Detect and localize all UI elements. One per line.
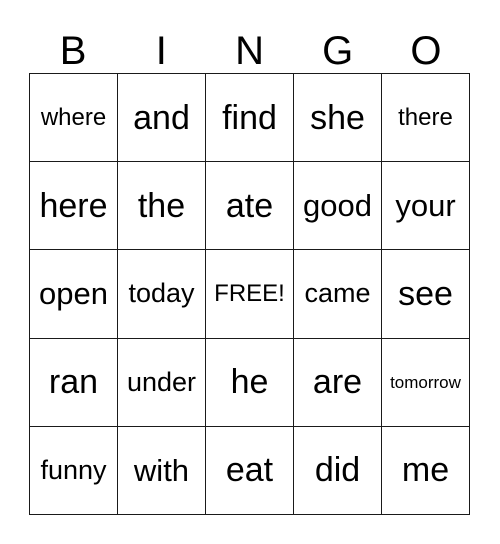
bingo-cell-label: see xyxy=(398,274,453,313)
bingo-row: open today FREE! came see xyxy=(30,250,470,339)
bingo-cell-label: here xyxy=(39,186,108,225)
bingo-cell[interactable]: see xyxy=(382,250,470,339)
bingo-cell-label: ran xyxy=(48,363,99,402)
bingo-header-letter-g: G xyxy=(322,29,354,73)
bingo-cell[interactable]: tomorrow xyxy=(382,338,470,427)
bingo-cell[interactable]: find xyxy=(206,74,294,163)
bingo-header-letter-i: I xyxy=(155,29,167,73)
bingo-cell-label: he xyxy=(230,363,269,402)
bingo-cell-label: under xyxy=(126,366,197,397)
bingo-cell[interactable]: ran xyxy=(30,338,118,427)
bingo-row: funny with eat did me xyxy=(30,426,470,515)
bingo-cell[interactable]: where xyxy=(30,74,118,163)
bingo-cell[interactable]: good xyxy=(294,162,382,251)
bingo-cell-label: did xyxy=(314,451,361,490)
bingo-row: here the ate good your xyxy=(30,162,470,251)
bingo-cell[interactable]: there xyxy=(382,74,470,163)
bingo-header-letter-n: N xyxy=(235,29,264,73)
bingo-cell[interactable]: eat xyxy=(206,426,294,515)
bingo-cell-label: she xyxy=(310,98,365,137)
bingo-cell[interactable]: ate xyxy=(206,162,294,251)
bingo-free-space-label: FREE! xyxy=(214,279,285,307)
bingo-cell-label: the xyxy=(137,186,186,225)
bingo-free-space-cell[interactable]: FREE! xyxy=(206,250,294,339)
bingo-cell[interactable]: did xyxy=(294,426,382,515)
bingo-cell[interactable]: the xyxy=(118,162,206,251)
bingo-cell-label: there xyxy=(398,103,453,131)
bingo-header-letter-o: O xyxy=(410,29,442,73)
bingo-cell-label: funny xyxy=(40,454,107,485)
bingo-cell-label: are xyxy=(312,363,363,402)
bingo-cell[interactable]: he xyxy=(206,338,294,427)
bingo-row: where and find she there xyxy=(30,74,470,163)
bingo-cell[interactable]: are xyxy=(294,338,382,427)
bingo-card: B I N G O where and find she there here … xyxy=(29,14,470,515)
bingo-grid: where and find she there here the ate go… xyxy=(29,73,470,515)
bingo-cell-label: with xyxy=(133,452,190,488)
bingo-cell[interactable]: under xyxy=(118,338,206,427)
bingo-cell[interactable]: me xyxy=(382,426,470,515)
bingo-cell[interactable]: and xyxy=(118,74,206,163)
bingo-cell[interactable]: came xyxy=(294,250,382,339)
bingo-cell[interactable]: your xyxy=(382,162,470,251)
bingo-row: ran under he are tomorrow xyxy=(30,338,470,427)
bingo-header-letter-b: B xyxy=(59,29,87,73)
bingo-cell[interactable]: funny xyxy=(30,426,118,515)
bingo-cell-label: eat xyxy=(225,451,274,490)
bingo-cell-label: today xyxy=(128,278,195,309)
bingo-cell[interactable]: here xyxy=(30,162,118,251)
bingo-cell-label: and xyxy=(133,98,190,137)
bingo-cell-label: your xyxy=(395,188,456,224)
bingo-cell-label: good xyxy=(303,188,372,224)
bingo-cell-label: tomorrow xyxy=(390,372,461,392)
bingo-cell-label: find xyxy=(222,98,277,137)
bingo-cell-label: me xyxy=(401,451,450,490)
bingo-cell-label: open xyxy=(39,276,108,312)
bingo-header-row: B I N G O xyxy=(29,14,470,73)
bingo-cell-label: ate xyxy=(225,186,274,225)
bingo-cell[interactable]: open xyxy=(30,250,118,339)
bingo-cell[interactable]: today xyxy=(118,250,206,339)
bingo-cell[interactable]: with xyxy=(118,426,206,515)
bingo-cell[interactable]: she xyxy=(294,74,382,163)
bingo-cell-label: where xyxy=(40,103,107,131)
bingo-cell-label: came xyxy=(304,278,371,309)
